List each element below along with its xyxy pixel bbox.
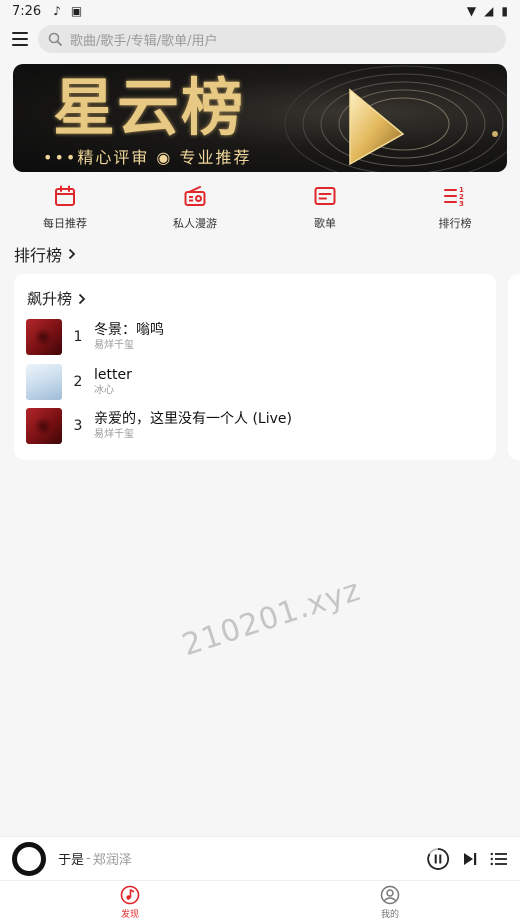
skip-next-icon <box>464 852 477 865</box>
song-row[interactable]: 3 亲爱的，这里没有一个人 (Live) 易烊千玺 <box>26 407 486 445</box>
next-card-peek[interactable] <box>508 274 520 460</box>
status-time: 7:26 <box>12 3 42 19</box>
banner-title: 星云榜 <box>53 71 246 144</box>
tab-label: 发现 <box>120 910 139 920</box>
music-disc-icon <box>120 885 140 905</box>
next-button[interactable] <box>462 851 478 867</box>
banner[interactable]: 星云榜 •••精心评审 ◉ 专业推荐 <box>13 64 507 172</box>
song-title: letter <box>94 367 132 383</box>
music-note-icon: ♪ <box>53 4 61 18</box>
quick-label: 私人漫游 <box>173 217 217 230</box>
quick-private-roaming[interactable]: 私人漫游 <box>130 184 260 232</box>
song-artist: 冰心 <box>94 385 114 396</box>
quick-label: 每日推荐 <box>43 217 87 230</box>
radio-icon <box>184 186 206 206</box>
chart-card[interactable]: 飙升榜 1 冬景：嗡鸣 易烊千玺 2 letter 冰心 3 亲爱的，这里没有一… <box>14 274 496 460</box>
search-icon <box>48 32 62 46</box>
signal-icon: ◢ <box>484 4 494 18</box>
tab-discover[interactable]: 发现 <box>0 881 260 924</box>
search-placeholder: 歌曲/歌手/专辑/歌单/用户 <box>70 33 218 49</box>
menu-icon[interactable] <box>12 32 28 46</box>
search-input[interactable]: 歌曲/歌手/专辑/歌单/用户 <box>38 25 506 53</box>
pause-button[interactable] <box>426 847 450 871</box>
status-bar: 7:26 ♪ ▣ ▼ ◢ ▮ <box>0 0 520 22</box>
now-playing-separator: - <box>86 851 91 866</box>
calendar-icon <box>55 185 75 206</box>
image-icon: ▣ <box>70 4 83 18</box>
user-icon <box>380 885 400 905</box>
battery-icon: ▮ <box>501 4 508 18</box>
album-cover <box>26 364 62 400</box>
quick-label: 歌单 <box>314 217 336 230</box>
song-title: 冬景：嗡鸣 <box>94 322 164 338</box>
section-ranking-header[interactable]: 排行榜 <box>14 242 76 266</box>
watermark: 210201.xyz <box>178 572 366 664</box>
album-cover <box>26 408 62 444</box>
wifi-icon: ▼ <box>466 4 477 18</box>
vinyl-graphic <box>284 65 507 172</box>
chevron-right-icon <box>68 248 76 260</box>
quick-daily-recommend[interactable]: 每日推荐 <box>0 184 130 232</box>
song-rank: 2 <box>73 374 83 390</box>
tab-label: 我的 <box>380 910 399 920</box>
tab-mine[interactable]: 我的 <box>260 881 520 924</box>
queue-list-icon <box>490 852 507 865</box>
song-artist: 易烊千玺 <box>94 340 134 351</box>
song-row[interactable]: 1 冬景：嗡鸣 易烊千玺 <box>26 318 486 356</box>
quick-actions: 每日推荐 私人漫游 歌单 1 2 3 排行榜 <box>0 184 520 232</box>
mini-player[interactable]: 于是 - 郑润泽 <box>0 836 520 880</box>
ranking-icon: 1 2 3 <box>444 186 464 208</box>
song-rank: 3 <box>73 418 83 434</box>
bottom-tab-bar: 发现 我的 <box>0 880 520 924</box>
now-playing-artist: 郑润泽 <box>92 853 132 868</box>
pause-icon <box>427 847 450 870</box>
quick-ranking[interactable]: 1 2 3 排行榜 <box>390 184 520 232</box>
song-row[interactable]: 2 letter 冰心 <box>26 363 486 401</box>
song-rank: 1 <box>73 329 83 345</box>
chevron-right-icon <box>78 293 86 304</box>
now-playing-title: 于是 <box>58 853 85 868</box>
song-artist: 易烊千玺 <box>94 429 134 440</box>
playlist-button[interactable] <box>490 851 508 867</box>
album-cover <box>26 319 62 355</box>
section-title: 排行榜 <box>14 246 63 265</box>
chart-card-header[interactable]: 飙升榜 <box>27 288 86 309</box>
playlist-icon <box>314 187 336 205</box>
banner-subtitle: •••精心评审 ◉ 专业推荐 <box>43 148 252 167</box>
chart-card-title: 飙升榜 <box>27 290 73 308</box>
svg-text:3: 3 <box>459 200 464 208</box>
top-bar: 歌曲/歌手/专辑/歌单/用户 <box>0 24 520 54</box>
song-title: 亲爱的，这里没有一个人 (Live) <box>94 411 292 427</box>
quick-playlist[interactable]: 歌单 <box>260 184 390 232</box>
album-disc[interactable] <box>12 841 46 876</box>
quick-label: 排行榜 <box>438 217 472 230</box>
